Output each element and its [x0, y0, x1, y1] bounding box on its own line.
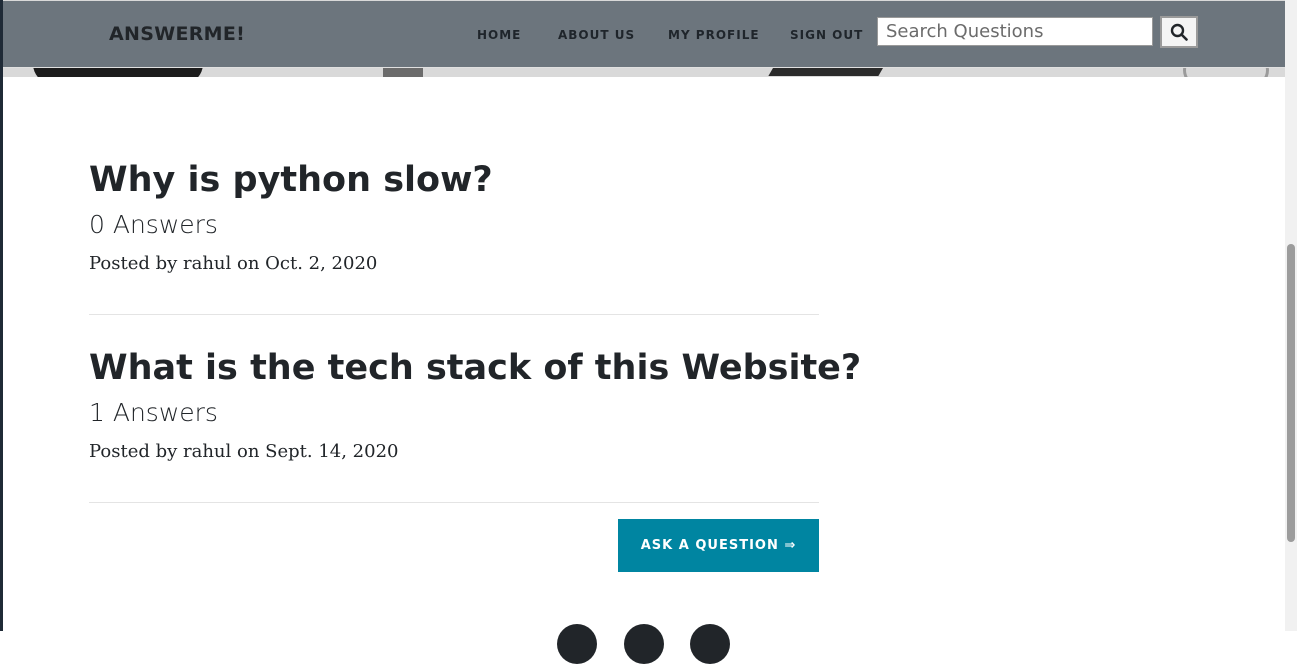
question-title[interactable]: What is the tech stack of this Website?	[89, 345, 861, 391]
nav-link-about-us[interactable]: ABOUT US	[558, 28, 635, 42]
question-meta: Posted by rahul on Sept. 14, 2020	[89, 441, 399, 462]
question-answer-count: 0 Answers	[89, 210, 218, 239]
nav-link-home[interactable]: HOME	[477, 28, 521, 42]
top-navbar: ANSWERME! HOME ABOUT US MY PROFILE SIGN …	[3, 1, 1285, 68]
question-post: What is the tech stack of this Website? …	[89, 345, 861, 465]
ask-question-button[interactable]: ASK A QUESTION ⇒	[618, 519, 819, 572]
nav-link-my-profile[interactable]: MY PROFILE	[668, 28, 760, 42]
window-left-edge	[0, 0, 3, 631]
brand-logo[interactable]: ANSWERME!	[109, 23, 245, 45]
social-icon[interactable]	[624, 624, 664, 664]
question-post: Why is python slow? 0 Answers Posted by …	[89, 157, 819, 277]
nav-link-sign-out[interactable]: SIGN OUT	[790, 28, 863, 42]
question-answer-count: 1 Answers	[89, 398, 218, 427]
search-button[interactable]	[1160, 16, 1198, 48]
search-input[interactable]	[877, 17, 1153, 46]
scrollbar-thumb[interactable]	[1287, 244, 1295, 542]
search-icon	[1170, 23, 1188, 41]
social-icon[interactable]	[557, 624, 597, 664]
social-icon[interactable]	[690, 624, 730, 664]
question-meta: Posted by rahul on Oct. 2, 2020	[89, 253, 378, 274]
divider	[89, 314, 819, 315]
question-title[interactable]: Why is python slow?	[89, 157, 819, 203]
divider	[89, 502, 819, 503]
